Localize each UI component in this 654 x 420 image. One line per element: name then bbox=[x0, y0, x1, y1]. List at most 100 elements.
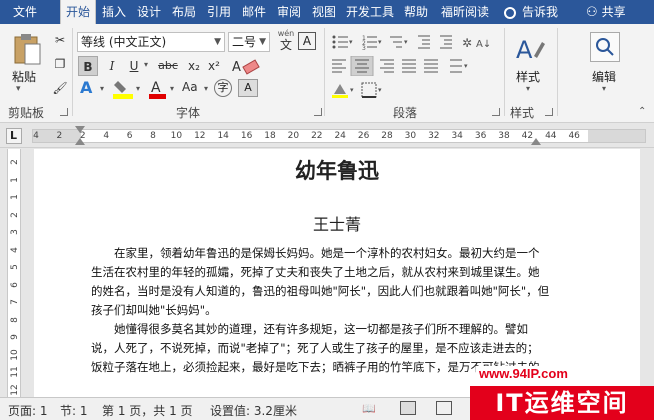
tab-help[interactable]: 帮助 bbox=[399, 0, 433, 24]
watermark-url: www.94IP.com bbox=[476, 366, 571, 381]
chevron-down-icon[interactable]: ▾ bbox=[170, 84, 174, 93]
ruler-number: 34 bbox=[451, 131, 463, 141]
horizontal-ruler[interactable]: L 4 2 2 4 6 8 10 12 14 16 18 20 22 24 26 28 30 32 34 36 38 42… bbox=[0, 124, 654, 148]
svg-text:✲: ✲ bbox=[462, 36, 472, 50]
paste-label[interactable]: 粘贴 bbox=[12, 68, 36, 85]
svg-text:▾: ▾ bbox=[349, 38, 353, 46]
clipboard-launcher-icon[interactable] bbox=[60, 108, 68, 116]
styles-button[interactable]: A bbox=[514, 32, 546, 66]
char-border-button[interactable]: A bbox=[298, 32, 316, 50]
share-button[interactable]: ⚇ 共享 bbox=[586, 0, 626, 24]
copy-icon[interactable]: ❐ bbox=[50, 54, 70, 74]
highlight-button[interactable] bbox=[112, 78, 136, 100]
svg-text:A: A bbox=[516, 36, 533, 64]
chevron-down-icon[interactable]: ▾ bbox=[526, 84, 530, 93]
bold-button[interactable]: B bbox=[78, 56, 98, 76]
document-title[interactable]: 幼年鲁迅 bbox=[34, 155, 640, 185]
chevron-down-icon[interactable]: ▾ bbox=[204, 84, 208, 93]
tab-mailings[interactable]: 邮件 bbox=[237, 0, 271, 24]
superscript-button[interactable]: x² bbox=[204, 56, 224, 76]
tab-developer[interactable]: 开发工具 bbox=[342, 0, 398, 24]
ruler-number: 30 bbox=[404, 131, 417, 141]
char-shading-icon[interactable]: A bbox=[238, 79, 258, 97]
tab-design[interactable]: 设计 bbox=[132, 0, 166, 24]
ruler-number: 10 bbox=[170, 131, 183, 141]
tab-view[interactable]: 视图 bbox=[307, 0, 341, 24]
enclose-char-icon[interactable]: 字 bbox=[214, 79, 232, 97]
subscript-button[interactable]: x₂ bbox=[184, 56, 204, 76]
font-color-button[interactable]: A bbox=[148, 78, 168, 100]
paragraph-row-1: ▾ 123 ▾ ▾ ✲ A↓ bbox=[330, 32, 502, 52]
vertical-ruler-number: 3 bbox=[10, 229, 20, 235]
ruler-number: 6 bbox=[126, 131, 133, 141]
tab-file[interactable]: 文件 bbox=[6, 0, 44, 24]
print-layout-icon[interactable] bbox=[400, 401, 416, 415]
text-effects-icon[interactable]: A bbox=[80, 78, 100, 98]
font-name-combo[interactable]: 等线 (中文正文) ▼ bbox=[77, 32, 225, 52]
tell-me-search[interactable]: 告诉我 bbox=[504, 0, 558, 24]
web-layout-icon[interactable] bbox=[436, 401, 452, 415]
document-area[interactable]: 幼年鲁迅 王士菁 在家里，领着幼年鲁迅的是保姆长妈妈。她是一个淳朴的农村妇女。最… bbox=[24, 149, 654, 397]
chevron-down-icon[interactable]: ▾ bbox=[100, 84, 104, 93]
ruler-number: 20 bbox=[287, 131, 300, 141]
text-line: 生活在农村里的年轻的孤孀，死掉了丈夫和丧失了土地之后，就从农村来到城里谋生。她 bbox=[91, 265, 540, 279]
editing-label[interactable]: 编辑 bbox=[592, 68, 616, 85]
styles-launcher-icon[interactable] bbox=[545, 108, 553, 116]
italic-button[interactable]: I bbox=[102, 56, 122, 76]
phonetic-guide-button[interactable]: wén 文 bbox=[276, 29, 296, 52]
status-page-count[interactable]: 第 1 页，共 1 页 bbox=[102, 402, 193, 419]
chevron-down-icon[interactable]: ▾ bbox=[144, 60, 148, 69]
paragraph-1[interactable]: 在家里，领着幼年鲁迅的是保姆长妈妈。她是一个淳朴的农村妇女。最初大约是一个 生活… bbox=[91, 244, 551, 320]
find-button[interactable] bbox=[590, 32, 620, 62]
font-size-combo[interactable]: 二号 ▼ bbox=[228, 32, 270, 52]
format-painter-icon[interactable]: 🖌 bbox=[50, 78, 70, 98]
read-mode-icon[interactable]: 📖 bbox=[362, 402, 376, 415]
shading-border-icons: ▾ ▾ bbox=[332, 82, 382, 98]
tell-me-label: 告诉我 bbox=[522, 5, 559, 19]
collapse-ribbon-icon[interactable]: ⌃ bbox=[638, 106, 646, 117]
tab-review[interactable]: 审阅 bbox=[272, 0, 306, 24]
font-launcher-icon[interactable] bbox=[314, 108, 322, 116]
svg-text:A↓: A↓ bbox=[476, 39, 491, 50]
tab-references[interactable]: 引用 bbox=[202, 0, 236, 24]
ruler-number: 16 bbox=[240, 131, 253, 141]
vertical-ruler-number: 1 bbox=[10, 176, 20, 183]
vertical-ruler-number: 2 bbox=[10, 159, 20, 165]
svg-text:▾: ▾ bbox=[404, 38, 408, 46]
text-line: 她懂得很多莫名其妙的道理，还有许多规矩，这一切都是孩子们所不理解的。譬如 bbox=[91, 322, 528, 336]
ruler-number: 26 bbox=[357, 131, 370, 141]
watermark-logo: www.94IP.com IT运维空间 bbox=[470, 364, 654, 420]
ruler-number: 28 bbox=[381, 131, 393, 141]
document-author[interactable]: 王士菁 bbox=[34, 211, 640, 235]
vertical-ruler-number: 1 bbox=[10, 194, 20, 200]
styles-label[interactable]: 样式 bbox=[516, 68, 540, 85]
ruler-number: 2 bbox=[79, 131, 86, 141]
tab-foxit[interactable]: 福昕阅读 bbox=[434, 0, 496, 24]
chevron-down-icon[interactable]: ▾ bbox=[602, 84, 606, 93]
paste-button[interactable] bbox=[12, 32, 42, 66]
paragraph-launcher-icon[interactable] bbox=[492, 108, 500, 116]
document-page[interactable]: 幼年鲁迅 王士菁 在家里，领着幼年鲁迅的是保姆长妈妈。她是一个淳朴的农村妇女。最… bbox=[34, 149, 640, 397]
vertical-ruler-number: 8 bbox=[10, 316, 20, 323]
clear-formatting-button[interactable]: A bbox=[230, 57, 270, 75]
vertical-ruler[interactable]: 2112345678910111213 bbox=[0, 149, 24, 413]
underline-button[interactable]: U bbox=[124, 56, 144, 76]
tab-layout[interactable]: 布局 bbox=[167, 0, 201, 24]
svg-text:▾: ▾ bbox=[350, 86, 354, 94]
clipboard-icon bbox=[14, 34, 41, 65]
tab-selector[interactable]: L bbox=[6, 128, 22, 144]
paste-dropdown-icon[interactable]: ▾ bbox=[16, 84, 21, 94]
strikethrough-button[interactable]: abc bbox=[154, 56, 182, 76]
chevron-down-icon[interactable]: ▾ bbox=[136, 84, 140, 93]
chevron-down-icon: ▼ bbox=[214, 37, 221, 47]
status-page[interactable]: 页面: 1 bbox=[8, 402, 48, 419]
cut-icon[interactable]: ✂ bbox=[50, 30, 70, 50]
ruler-number: 18 bbox=[264, 131, 276, 141]
status-setting[interactable]: 设置值: 3.2厘米 bbox=[210, 402, 297, 419]
change-case-button[interactable]: Aa bbox=[182, 80, 198, 94]
status-section[interactable]: 节: 1 bbox=[60, 402, 88, 419]
tab-insert[interactable]: 插入 bbox=[97, 0, 131, 24]
tab-home[interactable]: 开始 bbox=[60, 0, 96, 24]
text-line: 的姓名，当时是没有人知道的，鲁迅的祖母叫她"阿长"，因此人们也就跟着叫她"阿长"… bbox=[91, 284, 550, 298]
vertical-ruler-number: 2 bbox=[10, 211, 20, 218]
